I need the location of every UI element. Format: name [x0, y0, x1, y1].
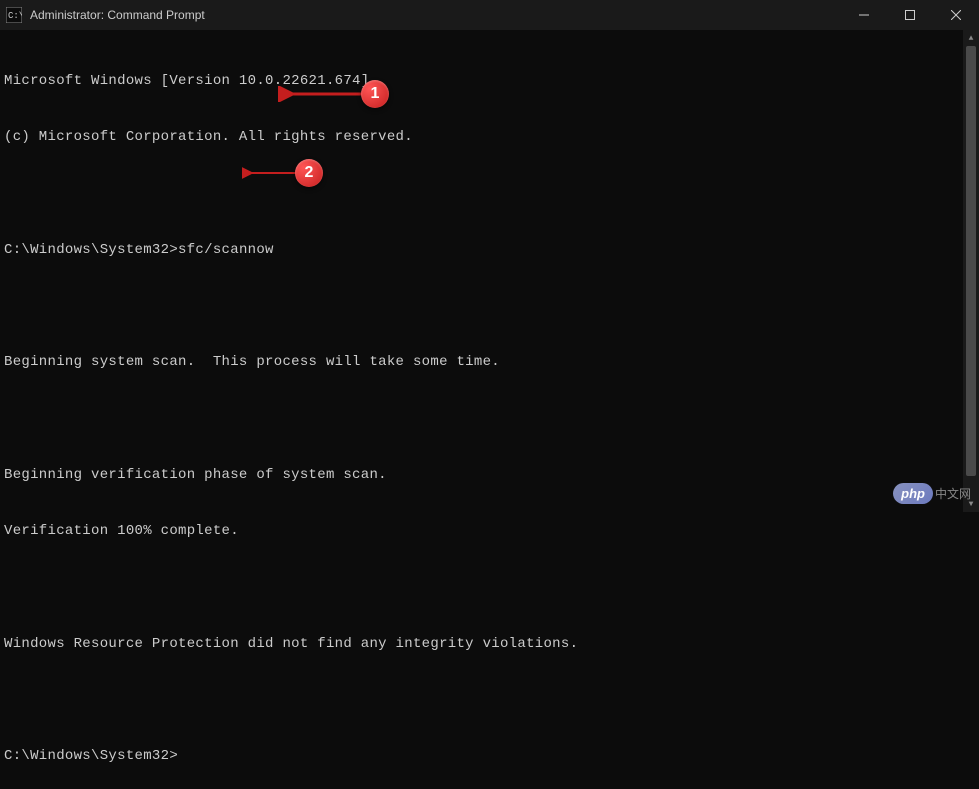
scroll-up-icon[interactable]: ▲ [963, 30, 979, 46]
output-line: Beginning verification phase of system s… [4, 466, 975, 485]
prompt-line: C:\Windows\System32>sfc/scannow [4, 241, 975, 260]
titlebar-left: C:\ Administrator: Command Prompt [6, 7, 205, 23]
watermark-text: 中文网 [935, 485, 971, 502]
output-line: Microsoft Windows [Version 10.0.22621.67… [4, 72, 975, 91]
output-line [4, 298, 975, 316]
titlebar: C:\ Administrator: Command Prompt [0, 0, 979, 30]
entered-command: sfc/scannow [178, 242, 274, 258]
window-title: Administrator: Command Prompt [30, 8, 205, 22]
output-line [4, 185, 975, 203]
annotation-badge: 1 [361, 80, 389, 108]
watermark: php 中文网 [893, 483, 971, 504]
output-line [4, 579, 975, 597]
watermark-logo: php [893, 483, 933, 504]
prompt: C:\Windows\System32> [4, 748, 178, 764]
window-controls [841, 0, 979, 30]
output-line: (c) Microsoft Corporation. All rights re… [4, 128, 975, 147]
prompt-line: C:\Windows\System32> [4, 747, 975, 766]
minimize-button[interactable] [841, 0, 887, 30]
close-button[interactable] [933, 0, 979, 30]
output-line [4, 410, 975, 428]
arrow-icon [278, 86, 363, 102]
terminal-output[interactable]: Microsoft Windows [Version 10.0.22621.67… [0, 30, 979, 789]
output-line: Beginning system scan. This process will… [4, 353, 975, 372]
maximize-button[interactable] [887, 0, 933, 30]
annotation-arrow-2: 2 [242, 159, 323, 187]
output-line [4, 692, 975, 710]
prompt: C:\Windows\System32> [4, 242, 178, 258]
svg-text:C:\: C:\ [8, 11, 22, 21]
annotation-arrow-1: 1 [278, 80, 389, 108]
annotation-badge: 2 [295, 159, 323, 187]
scrollbar-thumb[interactable] [966, 46, 976, 476]
arrow-icon [242, 165, 297, 181]
vertical-scrollbar[interactable]: ▲ ▼ [963, 30, 979, 512]
output-line: Windows Resource Protection did not find… [4, 635, 975, 654]
cmd-icon: C:\ [6, 7, 22, 23]
output-line: Verification 100% complete. [4, 522, 975, 541]
